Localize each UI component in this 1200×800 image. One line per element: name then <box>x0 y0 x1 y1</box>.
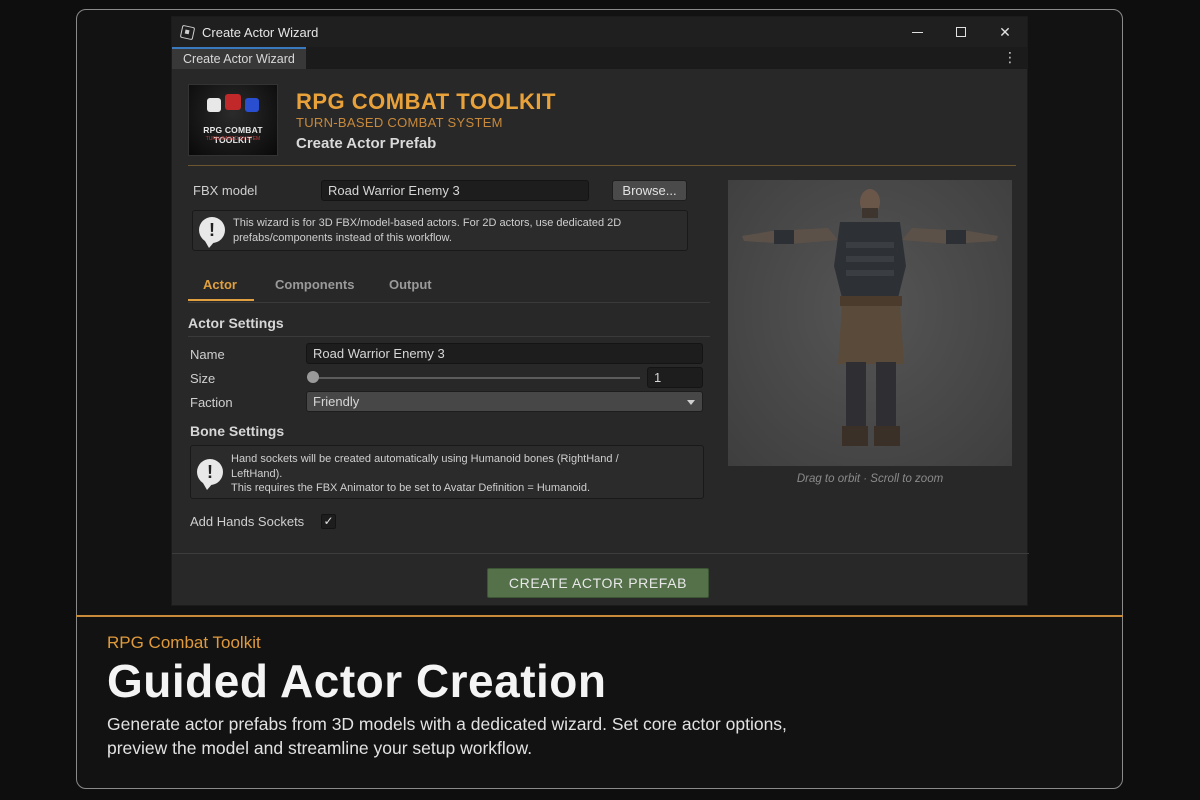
maximize-icon <box>956 27 966 37</box>
fbx-help-box: ! This wizard is for 3D FBX/model-based … <box>192 210 688 251</box>
actor-settings-heading: Actor Settings <box>188 315 284 331</box>
armor-plate <box>846 242 894 248</box>
title-bar[interactable]: Create Actor Wizard ✕ <box>172 17 1027 47</box>
maximize-button[interactable] <box>939 17 983 47</box>
left-leg <box>846 362 866 432</box>
bone-help-text: Hand sockets will be created automatical… <box>231 452 701 496</box>
toolkit-subtitle: TURN-BASED COMBAT SYSTEM <box>296 115 503 130</box>
faction-dropdown[interactable]: Friendly <box>306 391 703 412</box>
minimize-icon <box>911 31 923 33</box>
tab-components[interactable]: Components <box>275 277 354 292</box>
size-slider-track[interactable] <box>312 377 640 379</box>
faction-label: Faction <box>190 395 233 410</box>
size-slider-handle[interactable] <box>307 371 319 383</box>
tab-strip: Create Actor Wizard ⋮ <box>172 47 1027 69</box>
left-bracer <box>774 230 794 244</box>
wizard-heading: Create Actor Prefab <box>296 135 437 152</box>
armor-plate <box>846 256 894 262</box>
beard <box>862 208 878 218</box>
browse-button[interactable]: Browse... <box>612 180 687 201</box>
caption-body: Generate actor prefabs from 3D models wi… <box>107 714 787 758</box>
footer-divider <box>172 553 1029 554</box>
window-title: Create Actor Wizard <box>202 24 319 40</box>
header-divider <box>188 165 1016 166</box>
bone-help-line: This requires the FBX Animator to be set… <box>231 482 591 494</box>
chevron-down-icon <box>687 400 695 405</box>
logo-die-white <box>207 98 221 112</box>
tab-output[interactable]: Output <box>389 277 432 292</box>
create-actor-prefab-button[interactable]: CREATE ACTOR PREFAB <box>487 568 709 598</box>
toolkit-logo: RPG COMBAT TOOLKIT TURN-BASED SYSTEM <box>188 84 278 156</box>
faction-value: Friendly <box>313 394 360 409</box>
size-label: Size <box>190 371 216 386</box>
logo-die-red <box>225 94 241 110</box>
actor-settings-divider <box>188 336 710 337</box>
minimize-button[interactable] <box>895 17 939 47</box>
bone-help-box: ! Hand sockets will be created automatic… <box>190 445 704 499</box>
model-preview[interactable] <box>728 180 1012 466</box>
fbx-model-label: FBX model <box>193 183 258 198</box>
add-hands-sockets-label: Add Hands Sockets <box>190 514 305 529</box>
bone-help-line: Hand sockets will be created automatical… <box>231 453 619 465</box>
fbx-model-field[interactable]: Road Warrior Enemy 3 <box>321 180 589 201</box>
bone-settings-heading: Bone Settings <box>190 423 285 439</box>
right-boot <box>874 426 900 446</box>
app-icon <box>179 24 196 40</box>
more-menu-icon[interactable]: ⋮ <box>1003 49 1017 65</box>
active-tab-indicator <box>188 299 254 301</box>
kilt <box>838 306 904 364</box>
tab-actor[interactable]: Actor <box>203 277 237 292</box>
close-icon: ✕ <box>999 23 1011 40</box>
character-model <box>742 189 998 446</box>
warning-icon: ! <box>199 217 225 248</box>
close-button[interactable]: ✕ <box>983 17 1027 47</box>
warning-icon: ! <box>197 459 223 490</box>
caption-title: Guided Actor Creation <box>107 655 607 707</box>
wizard-window: Create Actor Wizard ✕ Create Actor Wizar… <box>171 16 1029 606</box>
add-hands-sockets-checkbox[interactable]: ✓ <box>321 514 336 529</box>
frame-divider <box>76 615 1123 617</box>
tab-divider <box>188 302 710 303</box>
right-bracer <box>946 230 966 244</box>
belt <box>840 296 902 306</box>
logo-die-blue <box>245 98 259 112</box>
name-label: Name <box>190 347 225 362</box>
logo-subtext: TURN-BASED SYSTEM <box>205 136 261 142</box>
armor-plate <box>846 270 894 276</box>
tab-create-actor-wizard[interactable]: Create Actor Wizard <box>172 47 306 69</box>
toolkit-title: RPG COMBAT TOOLKIT <box>296 89 556 114</box>
logo-text: RPG COMBAT TOOLKIT <box>203 125 263 145</box>
window-controls: ✕ <box>895 17 1027 47</box>
name-field[interactable]: Road Warrior Enemy 3 <box>306 343 703 364</box>
right-leg <box>876 362 896 432</box>
bone-help-line: LeftHand). <box>231 467 283 480</box>
caption-kicker: RPG Combat Toolkit <box>107 633 261 652</box>
left-boot <box>842 426 868 446</box>
size-value-field[interactable]: 1 <box>647 367 703 388</box>
preview-hint: Drag to orbit · Scroll to zoom <box>796 473 944 485</box>
fbx-help-text: This wizard is for 3D FBX/model-based ac… <box>233 217 622 244</box>
